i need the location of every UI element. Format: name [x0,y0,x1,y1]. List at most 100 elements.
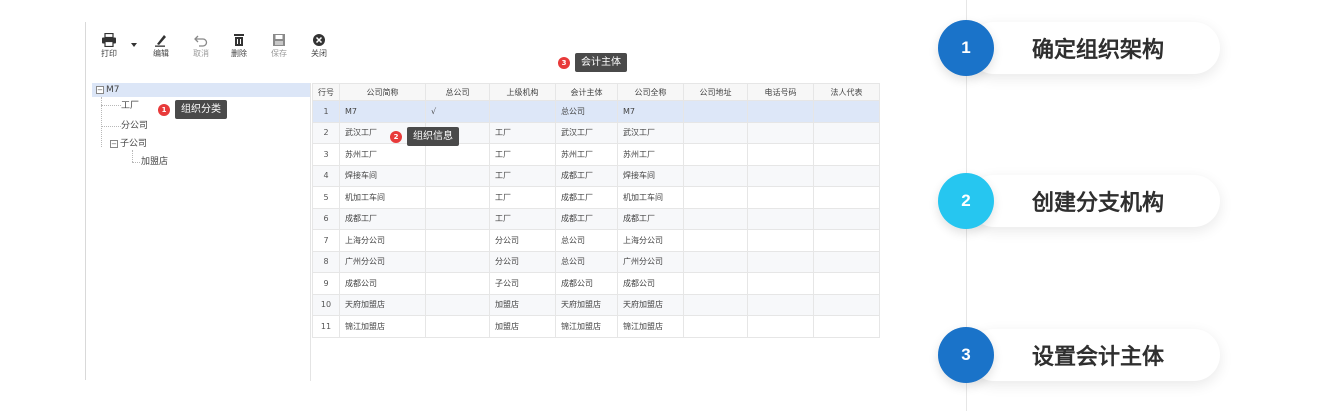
table-cell[interactable] [683,229,748,252]
table-cell[interactable] [813,293,880,316]
row-number-cell[interactable]: 7 [312,229,340,252]
column-header[interactable]: 公司地址 [683,83,748,101]
table-cell[interactable] [747,143,814,166]
table-cell[interactable] [489,100,556,123]
table-cell[interactable] [747,100,814,123]
table-cell[interactable]: 天府加盟店 [555,293,618,316]
column-header[interactable]: 公司全称 [617,83,684,101]
table-cell[interactable] [813,272,880,295]
collapse-toggle-icon[interactable]: − [110,140,118,148]
table-cell[interactable] [425,143,490,166]
table-cell[interactable] [683,293,748,316]
table-cell[interactable] [813,229,880,252]
table-cell[interactable]: 焊接车间 [617,164,684,187]
table-cell[interactable]: 成都工厂 [555,164,618,187]
column-header[interactable]: 行号 [312,83,340,101]
table-cell[interactable]: 焊接车间 [339,164,426,187]
table-cell[interactable]: 天府加盟店 [617,293,684,316]
table-cell[interactable]: 子公司 [489,272,556,295]
row-number-cell[interactable]: 3 [312,143,340,166]
panel-divider[interactable] [310,83,311,381]
table-cell[interactable]: 成都工厂 [617,207,684,230]
table-cell[interactable] [425,250,490,273]
table-cell[interactable]: 总公司 [555,250,618,273]
column-header[interactable]: 公司简称 [339,83,426,101]
table-cell[interactable]: M7 [339,100,426,123]
tree-node-root[interactable]: − M7 [96,84,120,96]
table-cell[interactable] [747,315,814,338]
table-cell[interactable]: 武汉工厂 [617,121,684,144]
table-cell[interactable]: 工厂 [489,164,556,187]
delete-button[interactable]: 删除 [222,33,256,59]
table-cell[interactable] [683,164,748,187]
close-button[interactable]: 关闭 [302,33,336,59]
cancel-button[interactable]: 取消 [184,33,218,59]
row-number-cell[interactable]: 11 [312,315,340,338]
save-button[interactable]: 保存 [262,33,296,59]
table-row[interactable]: 5 机加工车间 工厂 成都工厂 机加工车间 [312,186,880,209]
table-cell[interactable] [683,207,748,230]
table-row[interactable]: 4 焊接车间 工厂 成都工厂 焊接车间 [312,164,880,187]
table-cell[interactable] [813,315,880,338]
table-cell[interactable] [747,121,814,144]
row-number-cell[interactable]: 10 [312,293,340,316]
tree-node-subsidiary[interactable]: − 子公司 [110,138,147,150]
table-cell[interactable] [425,207,490,230]
table-cell[interactable]: √ [425,100,490,123]
table-cell[interactable]: 锦江加盟店 [617,315,684,338]
table-cell[interactable] [683,315,748,338]
table-cell[interactable]: 武汉工厂 [555,121,618,144]
column-header[interactable]: 法人代表 [813,83,880,101]
table-cell[interactable] [683,250,748,273]
column-header[interactable]: 上级机构 [489,83,556,101]
table-cell[interactable]: 成都工厂 [555,186,618,209]
table-row[interactable]: 9 成都公司 子公司 成都公司 成都公司 [312,272,880,295]
table-cell[interactable]: 机加工车间 [617,186,684,209]
tree-node-factory[interactable]: 工厂 [121,100,139,112]
table-cell[interactable] [683,121,748,144]
row-number-cell[interactable]: 2 [312,121,340,144]
tree-node-branch[interactable]: 分公司 [121,120,148,132]
table-cell[interactable] [813,186,880,209]
table-cell[interactable]: 广州分公司 [617,250,684,273]
chevron-down-icon[interactable] [130,41,138,49]
table-cell[interactable]: 工厂 [489,121,556,144]
table-row[interactable]: 10 天府加盟店 加盟店 天府加盟店 天府加盟店 [312,293,880,316]
column-header[interactable]: 会计主体 [555,83,618,101]
table-cell[interactable]: 锦江加盟店 [555,315,618,338]
table-cell[interactable] [425,272,490,295]
table-cell[interactable]: 上海分公司 [339,229,426,252]
table-row[interactable]: 1 M7 √ 总公司 M7 [312,100,880,123]
table-cell[interactable]: 工厂 [489,186,556,209]
table-cell[interactable]: 加盟店 [489,293,556,316]
row-number-cell[interactable]: 4 [312,164,340,187]
table-cell[interactable] [425,315,490,338]
table-cell[interactable] [813,121,880,144]
table-cell[interactable] [747,229,814,252]
print-button[interactable]: 打印 [92,33,126,59]
table-row[interactable]: 3 苏州工厂 工厂 苏州工厂 苏州工厂 [312,143,880,166]
row-number-cell[interactable]: 8 [312,250,340,273]
table-cell[interactable] [683,186,748,209]
table-cell[interactable]: 苏州工厂 [617,143,684,166]
table-cell[interactable] [747,250,814,273]
table-cell[interactable] [683,100,748,123]
table-cell[interactable]: 苏州工厂 [555,143,618,166]
row-number-cell[interactable]: 9 [312,272,340,295]
table-cell[interactable] [813,164,880,187]
column-header[interactable]: 总公司 [425,83,490,101]
table-cell[interactable]: 总公司 [555,100,618,123]
table-cell[interactable] [747,272,814,295]
table-row[interactable]: 11 锦江加盟店 加盟店 锦江加盟店 锦江加盟店 [312,315,880,338]
table-cell[interactable] [813,207,880,230]
table-cell[interactable] [683,143,748,166]
table-cell[interactable]: M7 [617,100,684,123]
table-cell[interactable]: 天府加盟店 [339,293,426,316]
table-cell[interactable] [747,207,814,230]
table-cell[interactable]: 苏州工厂 [339,143,426,166]
table-cell[interactable] [683,272,748,295]
collapse-toggle-icon[interactable]: − [96,86,104,94]
table-cell[interactable]: 成都工厂 [555,207,618,230]
table-cell[interactable] [425,186,490,209]
table-cell[interactable] [425,293,490,316]
